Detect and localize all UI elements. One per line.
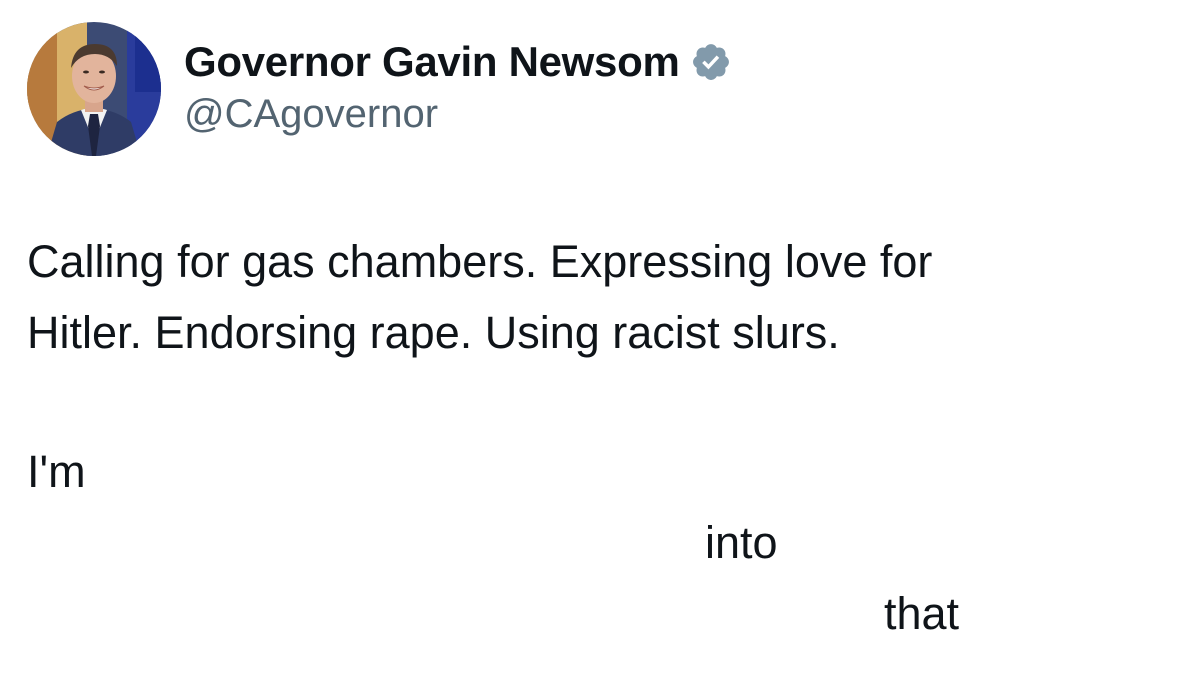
tweet-card: Governor Gavin Newsom @CAgovernor Callin…	[0, 0, 1179, 686]
tweet-text-fragment-that: that	[884, 588, 960, 639]
author-display-name[interactable]: Governor Gavin Newsom	[184, 38, 680, 86]
tweet-text-line-2: Hitler. Endorsing rape. Using racist slu…	[27, 307, 840, 358]
author-handle[interactable]: @CAgovernor	[184, 92, 438, 137]
author-avatar[interactable]	[27, 22, 161, 156]
author-name-row: Governor Gavin Newsom	[184, 38, 732, 86]
tweet-text-line-1: Calling for gas chambers. Expressing lov…	[27, 236, 933, 287]
avatar-image	[27, 22, 161, 156]
verified-badge-icon	[690, 41, 732, 83]
tweet-text-fragment-into: into	[705, 517, 778, 568]
tweet-text-line-3: I'm	[27, 446, 86, 497]
